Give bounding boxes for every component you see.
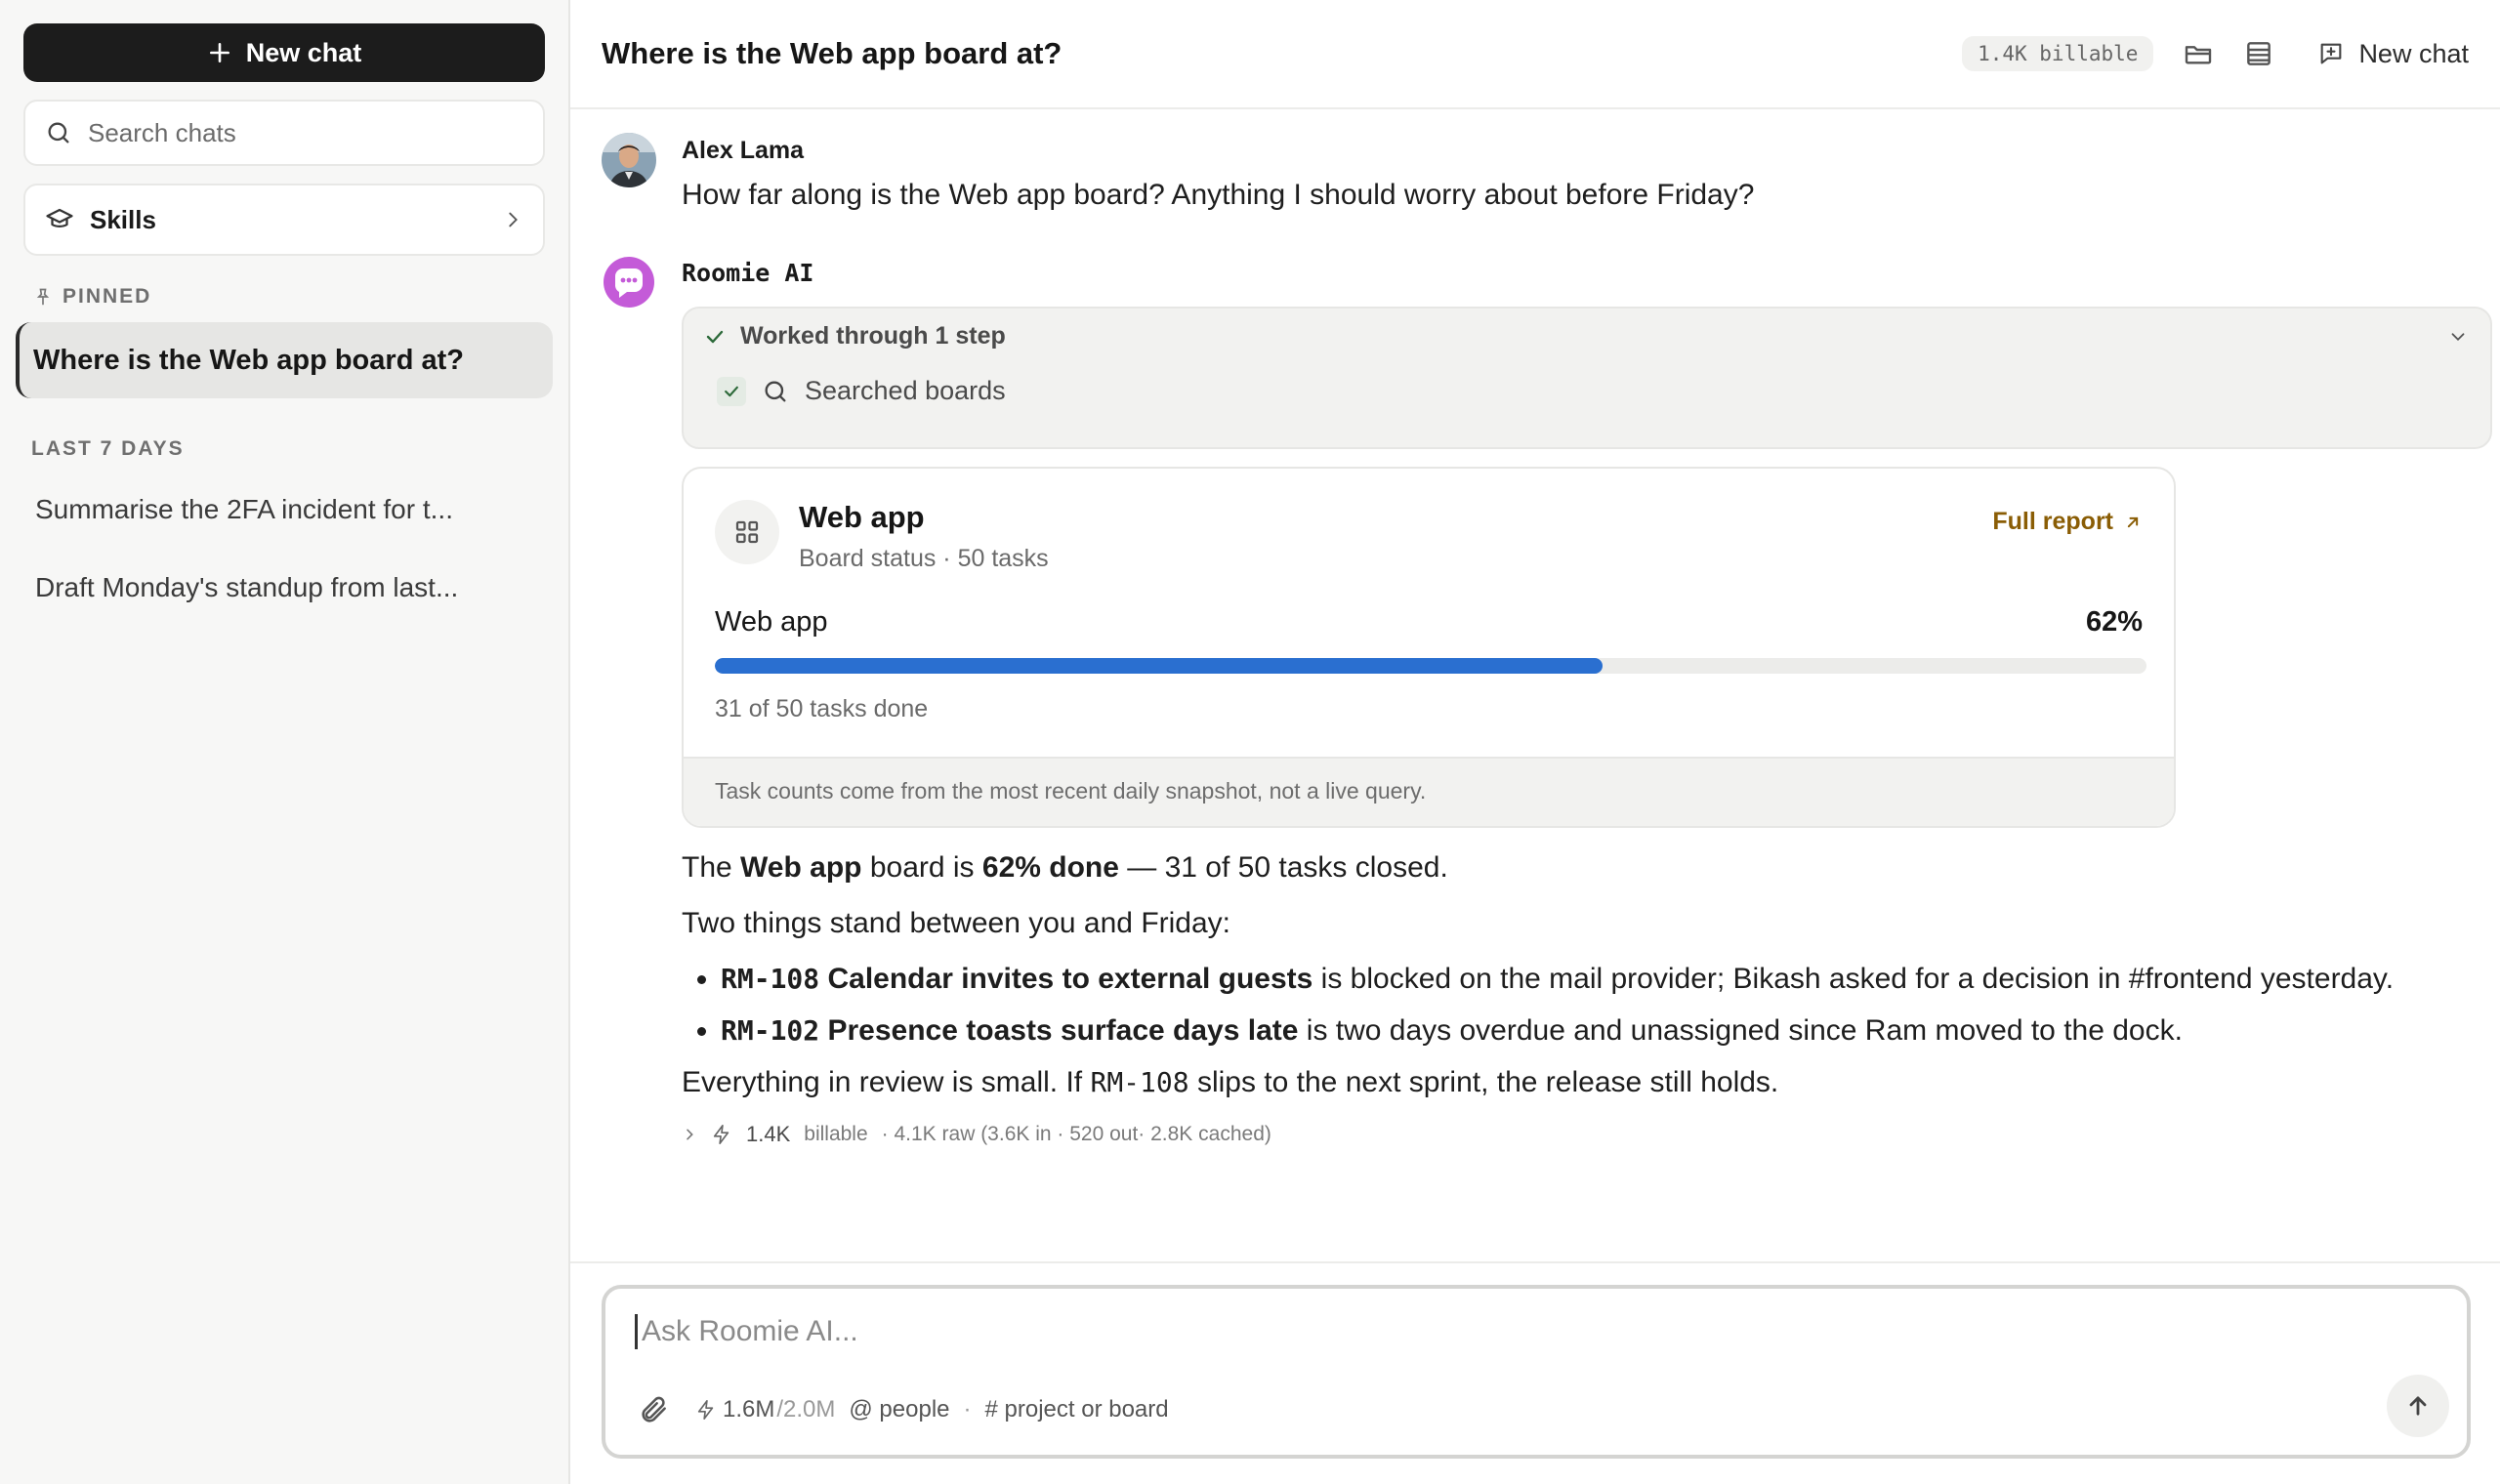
skills-button[interactable]: Skills	[23, 184, 545, 256]
ai-name: Roomie AI	[682, 259, 814, 287]
billable-badge: 1.4K billable	[1962, 36, 2154, 71]
user-message: Alex Lama How far along is the Web app b…	[602, 133, 2469, 212]
issue-id: RM-108	[1090, 1066, 1189, 1098]
header-new-chat-button[interactable]: New chat	[2317, 39, 2469, 69]
board-subtitle: Board status · 50 tasks	[799, 545, 1049, 572]
answer-list-item: RM-102 Presence toasts surface days late…	[721, 1009, 2492, 1052]
recent-section-label: LAST 7 DAYS	[31, 437, 185, 460]
chevron-right-icon	[502, 209, 523, 230]
user-message-text: How far along is the Web app board? Anyt…	[682, 179, 1755, 211]
user-name: Alex Lama	[682, 137, 805, 164]
composer-toolbar: 1.6M /2.0M @ people · # project or board	[639, 1394, 1169, 1425]
quota-used: 1.6M	[723, 1396, 775, 1422]
progress-caption: 31 of 50 tasks done	[715, 695, 929, 722]
arrow-up-icon	[2404, 1392, 2432, 1420]
chat-main: Where is the Web app board at? 1.4K bill…	[570, 0, 2500, 1484]
token-usage[interactable]: 1.4K billable · 4.1K raw (3.6K in · 520 …	[682, 1122, 2492, 1147]
folder-icon[interactable]	[2183, 38, 2214, 69]
steps-title: Worked through 1 step	[740, 322, 1006, 350]
skills-label: Skills	[90, 204, 156, 234]
usage-value: 1.4K	[746, 1122, 791, 1146]
board-footnote: Task counts come from the most recent da…	[684, 757, 2174, 826]
answer-paragraph: Everything in review is small. If RM-108…	[682, 1066, 1779, 1098]
progress-percent: 62%	[2085, 606, 2143, 638]
progress-bar-fill	[715, 658, 1603, 674]
steps-panel[interactable]: Worked through 1 step Searched boards	[682, 307, 2492, 449]
progress-bar	[715, 658, 2146, 674]
arrow-up-right-icon	[2123, 513, 2143, 532]
pinned-chat-item[interactable]: Where is the Web app board at?	[16, 322, 553, 398]
board-status-card: Web app Board status · 50 tasks Full rep…	[682, 467, 2176, 828]
conversation: Alex Lama How far along is the Web app b…	[602, 133, 2492, 1147]
board-grid-icon	[715, 500, 779, 564]
graduation-cap-icon	[45, 205, 74, 234]
answer-list-item: RM-108 Calendar invites to external gues…	[721, 957, 2492, 1001]
pinned-section-label: PINNED	[23, 285, 545, 309]
bolt-icon	[695, 1399, 717, 1421]
new-chat-icon	[2317, 40, 2345, 67]
people-mention-hint[interactable]: @ people	[849, 1396, 949, 1423]
step-item: Searched boards	[717, 376, 2471, 406]
search-placeholder: Search chats	[88, 117, 236, 147]
project-mention-hint[interactable]: # project or board	[985, 1396, 1169, 1423]
recent-chat-item[interactable]: Draft Monday's standup from last...	[23, 572, 492, 603]
answer-paragraph: The Web app board is 62% done — 31 of 50…	[682, 851, 1448, 884]
issue-id: RM-102	[721, 1014, 820, 1047]
pin-icon	[33, 287, 53, 307]
new-chat-label: New chat	[245, 37, 362, 67]
search-chats-input[interactable]: Search chats	[23, 100, 545, 166]
chevron-right-icon	[682, 1127, 697, 1142]
issue-id: RM-108	[721, 963, 820, 995]
full-report-link[interactable]: Full report	[1992, 508, 2143, 536]
pinned-chat-label: Where is the Web app board at?	[33, 344, 464, 376]
paperclip-icon[interactable]	[639, 1394, 670, 1425]
ai-message: Roomie AI Worked through 1 step Searched…	[602, 255, 2492, 1147]
sidebar: New chat Search chats Skills PINNED Wher…	[0, 0, 570, 1484]
board-name: Web app	[799, 500, 925, 534]
usage-details: · 4.1K raw (3.6K in · 520 out· 2.8K cach…	[881, 1123, 1271, 1145]
plus-icon	[207, 40, 232, 65]
full-report-label: Full report	[1992, 508, 2113, 535]
composer[interactable]: Ask Roomie AI... 1.6M /2.0M @ people · #…	[602, 1285, 2471, 1459]
user-avatar	[602, 133, 656, 187]
progress-label: Web app	[715, 606, 828, 638]
quota-total: /2.0M	[776, 1396, 836, 1422]
ai-answer: The Web app board is 62% done — 31 of 50…	[682, 845, 2492, 1104]
chat-header: Where is the Web app board at? 1.4K bill…	[570, 0, 2500, 109]
list-icon[interactable]	[2243, 38, 2274, 69]
step-label: Searched boards	[805, 376, 1006, 405]
check-icon	[703, 325, 727, 349]
search-icon	[45, 119, 72, 146]
composer-area: Ask Roomie AI... 1.6M /2.0M @ people · #…	[570, 1261, 2500, 1484]
chevron-down-icon[interactable]	[2447, 326, 2469, 348]
separator: ·	[963, 1396, 972, 1422]
ai-avatar	[602, 255, 656, 309]
usage-billable-label: billable	[804, 1123, 868, 1145]
send-button[interactable]	[2387, 1375, 2449, 1437]
recent-chat-item[interactable]: Summarise the 2FA incident for t...	[23, 494, 492, 525]
new-chat-button[interactable]: New chat	[23, 23, 545, 82]
check-icon	[717, 376, 746, 406]
search-icon	[762, 378, 789, 405]
chat-title: Where is the Web app board at?	[602, 36, 1062, 70]
answer-paragraph: Two things stand between you and Friday:	[682, 907, 1231, 939]
message-input[interactable]: Ask Roomie AI...	[635, 1314, 858, 1349]
header-new-chat-label: New chat	[2358, 38, 2469, 68]
bolt-icon	[711, 1124, 732, 1145]
answer-list: RM-108 Calendar invites to external gues…	[721, 957, 2492, 1052]
